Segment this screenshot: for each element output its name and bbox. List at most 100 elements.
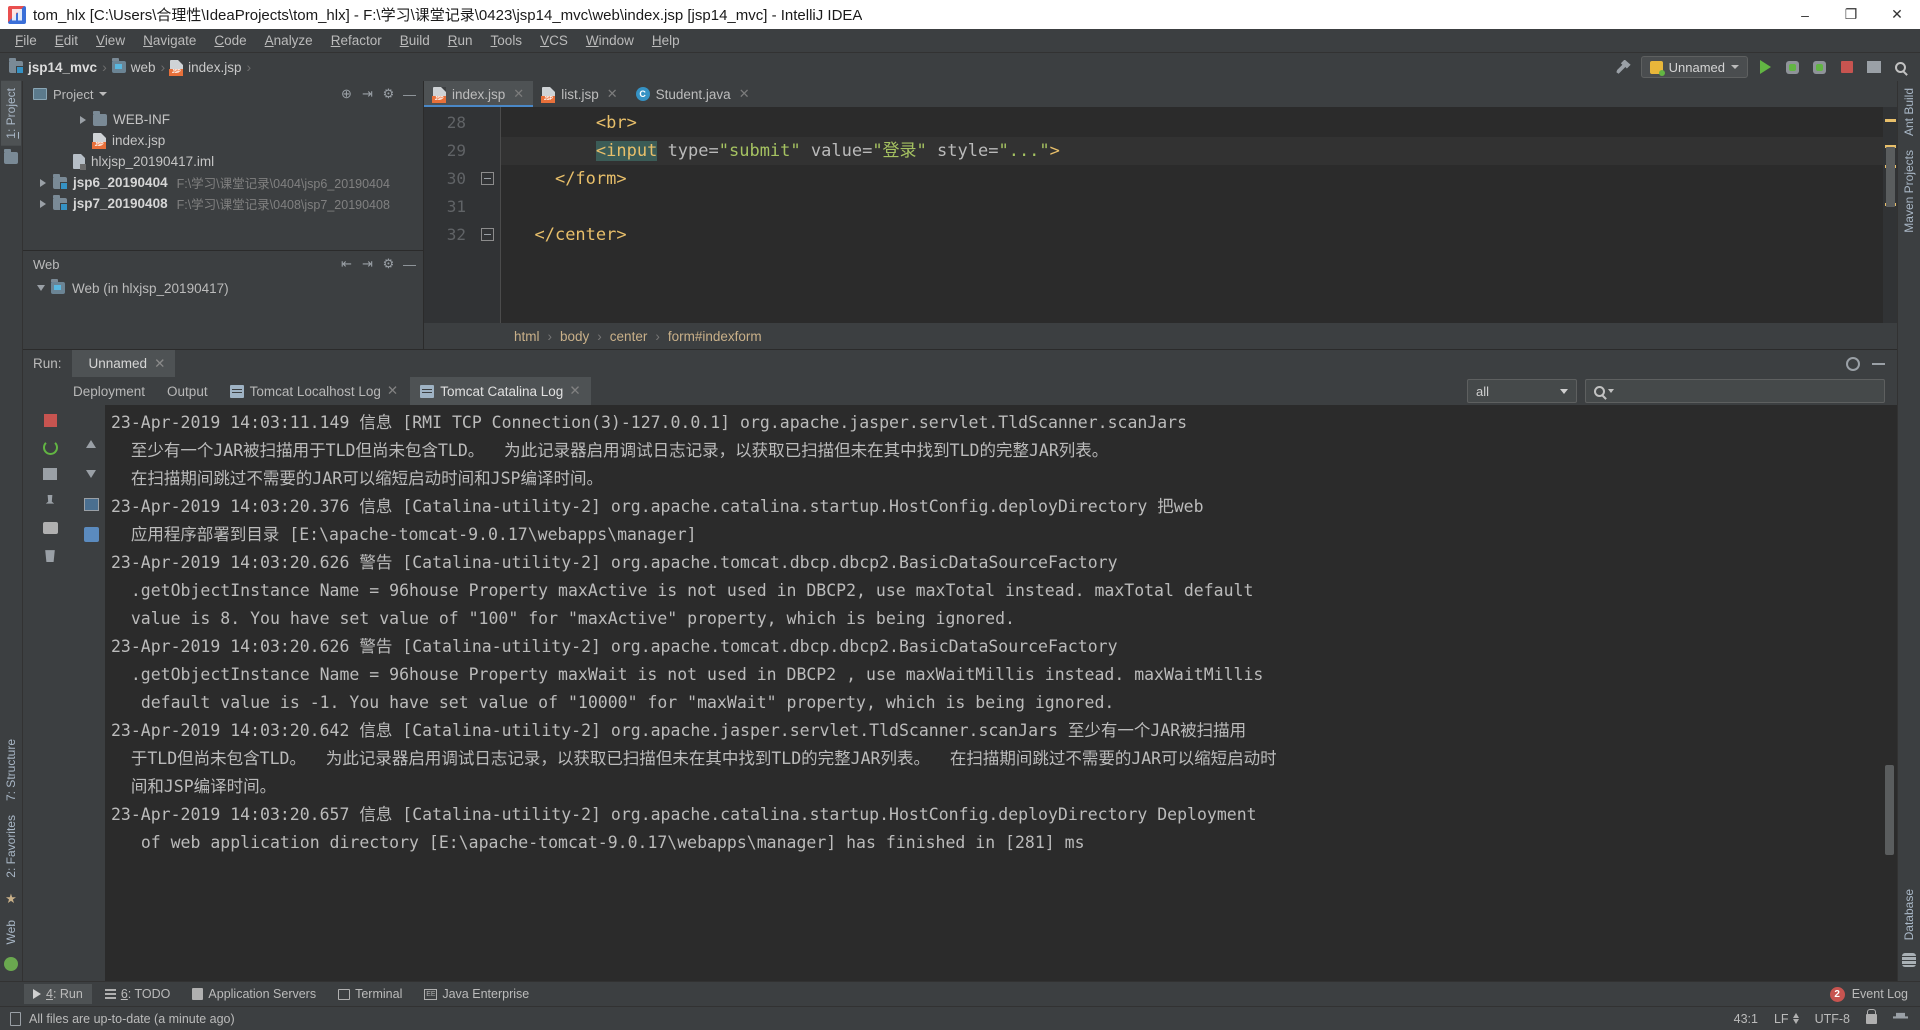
bottom-tab-6-todo[interactable]: 6: TODO bbox=[96, 984, 180, 1004]
log-level-select[interactable]: all bbox=[1467, 379, 1577, 403]
gutter-line-number[interactable]: 30 bbox=[424, 165, 500, 193]
close-icon[interactable]: ✕ bbox=[739, 86, 750, 102]
sidebar-item-database[interactable]: Database bbox=[1899, 882, 1919, 947]
gutter-line-number[interactable]: 29 bbox=[424, 137, 500, 165]
run-subtab-tomcat-catalina-log[interactable]: Tomcat Catalina Log ✕ bbox=[410, 377, 591, 405]
bottom-tab-java-enterprise[interactable]: EE Java Enterprise bbox=[415, 984, 538, 1004]
stop-button[interactable] bbox=[1837, 58, 1856, 77]
console-search-input[interactable] bbox=[1585, 379, 1885, 403]
hector-icon[interactable] bbox=[1893, 1012, 1908, 1019]
locate-target-icon[interactable]: ⊕ bbox=[339, 86, 354, 102]
chrome-icon[interactable] bbox=[4, 957, 18, 971]
fold-minus-icon[interactable] bbox=[481, 228, 494, 241]
run-button[interactable] bbox=[1756, 58, 1775, 77]
close-icon[interactable]: ✕ bbox=[513, 86, 524, 102]
collapse-all-icon[interactable]: ⇥ bbox=[360, 256, 375, 272]
expand-arrow-icon[interactable] bbox=[37, 178, 49, 187]
bottom-tab-4-run[interactable]: 4: Run bbox=[24, 984, 92, 1004]
project-title-group[interactable]: Project bbox=[33, 87, 108, 102]
maximize-button[interactable]: ❐ bbox=[1828, 0, 1874, 29]
event-log-group[interactable]: 2 Event Log bbox=[1829, 986, 1920, 1002]
run-subtab-tomcat-localhost-log[interactable]: Tomcat Localhost Log ✕ bbox=[220, 377, 409, 405]
menu-item-tools[interactable]: Tools bbox=[482, 31, 532, 50]
menu-item-navigate[interactable]: Navigate bbox=[134, 31, 205, 50]
menu-item-analyze[interactable]: Analyze bbox=[256, 31, 322, 50]
close-icon[interactable]: ✕ bbox=[569, 383, 580, 399]
tree-row[interactable]: jsp6_20190404 F:\学习\课堂记录\0404\jsp6_201904… bbox=[23, 172, 423, 193]
menu-item-code[interactable]: Code bbox=[205, 31, 255, 50]
pin-tab-icon[interactable] bbox=[41, 492, 59, 510]
line-separator[interactable]: LF bbox=[1774, 1012, 1799, 1026]
collapse-all-icon[interactable]: ⇥ bbox=[360, 86, 375, 102]
tree-row[interactable]: WEB-INF bbox=[23, 109, 423, 130]
web-tree-root[interactable]: Web (in hlxjsp_20190417) bbox=[23, 277, 423, 299]
sidebar-item-maven-projects[interactable]: Maven Projects bbox=[1899, 143, 1919, 240]
run-subtab-output[interactable]: Output bbox=[157, 377, 218, 405]
close-button[interactable]: ✕ bbox=[1874, 0, 1920, 29]
run-configuration-selector[interactable]: Unnamed bbox=[1640, 56, 1748, 78]
breadcrumb-item[interactable]: body bbox=[560, 329, 589, 344]
menu-item-vcs[interactable]: VCS bbox=[531, 31, 577, 50]
hammer-build-icon[interactable] bbox=[1614, 58, 1633, 77]
code-line[interactable]: </form> bbox=[500, 165, 1883, 193]
sidebar-item-favorites[interactable]: 2: Favorites bbox=[1, 808, 21, 885]
tree-row[interactable]: jsp7_20190408 F:\学习\课堂记录\0408\jsp7_201904… bbox=[23, 193, 423, 214]
menu-item-file[interactable]: File bbox=[6, 31, 46, 50]
scroll-down-icon[interactable] bbox=[82, 465, 100, 483]
hide-panel-icon[interactable] bbox=[1872, 362, 1885, 365]
updates-icon[interactable] bbox=[1864, 58, 1883, 77]
nav-crumb-project[interactable]: jsp14_mvc bbox=[6, 58, 100, 75]
gutter-line-number[interactable]: 32 bbox=[424, 221, 500, 249]
console-scrollbar[interactable] bbox=[1885, 765, 1894, 855]
tree-row[interactable]: index.jsp bbox=[23, 130, 423, 151]
gear-icon[interactable]: ⚙ bbox=[381, 256, 396, 272]
breadcrumb-item[interactable]: center bbox=[610, 329, 648, 344]
code-line[interactable]: <input type="submit" value="登录" style=".… bbox=[500, 137, 1883, 165]
fold-minus-icon[interactable] bbox=[481, 172, 494, 185]
code-line[interactable]: <br> bbox=[500, 109, 1883, 137]
sidebar-item-ant-build[interactable]: Ant Build bbox=[1899, 81, 1919, 143]
close-icon[interactable]: ✕ bbox=[607, 86, 618, 102]
soft-wrap-icon[interactable] bbox=[82, 495, 100, 513]
rerun-button[interactable] bbox=[41, 438, 59, 456]
database-icon[interactable] bbox=[1902, 953, 1916, 967]
editor-tab-index-jsp[interactable]: index.jsp ✕ bbox=[424, 81, 534, 107]
menu-item-refactor[interactable]: Refactor bbox=[322, 31, 391, 50]
gear-icon[interactable] bbox=[1846, 356, 1860, 371]
menu-item-run[interactable]: Run bbox=[439, 31, 482, 50]
minimize-button[interactable]: – bbox=[1782, 0, 1828, 29]
menu-item-window[interactable]: Window bbox=[577, 31, 643, 50]
expand-arrow-icon[interactable] bbox=[77, 115, 89, 124]
menu-item-help[interactable]: Help bbox=[643, 31, 689, 50]
breadcrumb-item[interactable]: form#indexform bbox=[668, 329, 762, 344]
chevron-down-icon[interactable] bbox=[99, 92, 108, 96]
editor-tab-student-java[interactable]: C Student.java ✕ bbox=[627, 81, 759, 107]
caret-position[interactable]: 43:1 bbox=[1734, 1012, 1758, 1026]
hide-panel-icon[interactable]: — bbox=[402, 257, 417, 272]
nav-crumb-file[interactable]: index.jsp bbox=[167, 59, 244, 76]
file-encoding[interactable]: UTF-8 bbox=[1815, 1012, 1850, 1026]
breadcrumb-item[interactable]: html bbox=[514, 329, 540, 344]
expand-arrow-icon[interactable] bbox=[37, 199, 49, 208]
sidebar-item-project[interactable]: 1: Project bbox=[1, 81, 21, 146]
editor-code[interactable]: <br> <input type="submit" value="登录" sty… bbox=[500, 107, 1883, 323]
editor-gutter[interactable]: 28 29 30 31 32 bbox=[424, 107, 500, 323]
editor-tab-list-jsp[interactable]: list.jsp ✕ bbox=[533, 81, 626, 107]
console-output[interactable]: 23-Apr-2019 14:03:11.149 信息 [RMI TCP Con… bbox=[105, 405, 1897, 981]
close-icon[interactable]: ✕ bbox=[154, 356, 165, 372]
grid-view-icon[interactable] bbox=[41, 465, 59, 483]
editor-breadcrumbs[interactable]: html › body › center › form#indexform bbox=[424, 323, 1897, 349]
sidebar-item-web[interactable]: Web bbox=[1, 913, 21, 951]
menu-item-view[interactable]: View bbox=[87, 31, 134, 50]
run-with-coverage-button[interactable] bbox=[1810, 58, 1829, 77]
menu-item-edit[interactable]: Edit bbox=[46, 31, 87, 50]
tree-row[interactable]: hlxjsp_20190417.iml bbox=[23, 151, 423, 172]
run-tab-unnamed[interactable]: Unnamed ✕ bbox=[71, 350, 176, 377]
gutter-line-number[interactable]: 28 bbox=[424, 109, 500, 137]
hide-panel-icon[interactable]: — bbox=[402, 87, 417, 102]
expand-all-icon[interactable]: ⇤ bbox=[339, 256, 354, 272]
code-line[interactable] bbox=[500, 193, 1883, 221]
bottom-tab-terminal[interactable]: Terminal bbox=[329, 984, 411, 1004]
close-icon[interactable]: ✕ bbox=[387, 383, 398, 399]
code-line[interactable]: </center> bbox=[500, 221, 1883, 249]
